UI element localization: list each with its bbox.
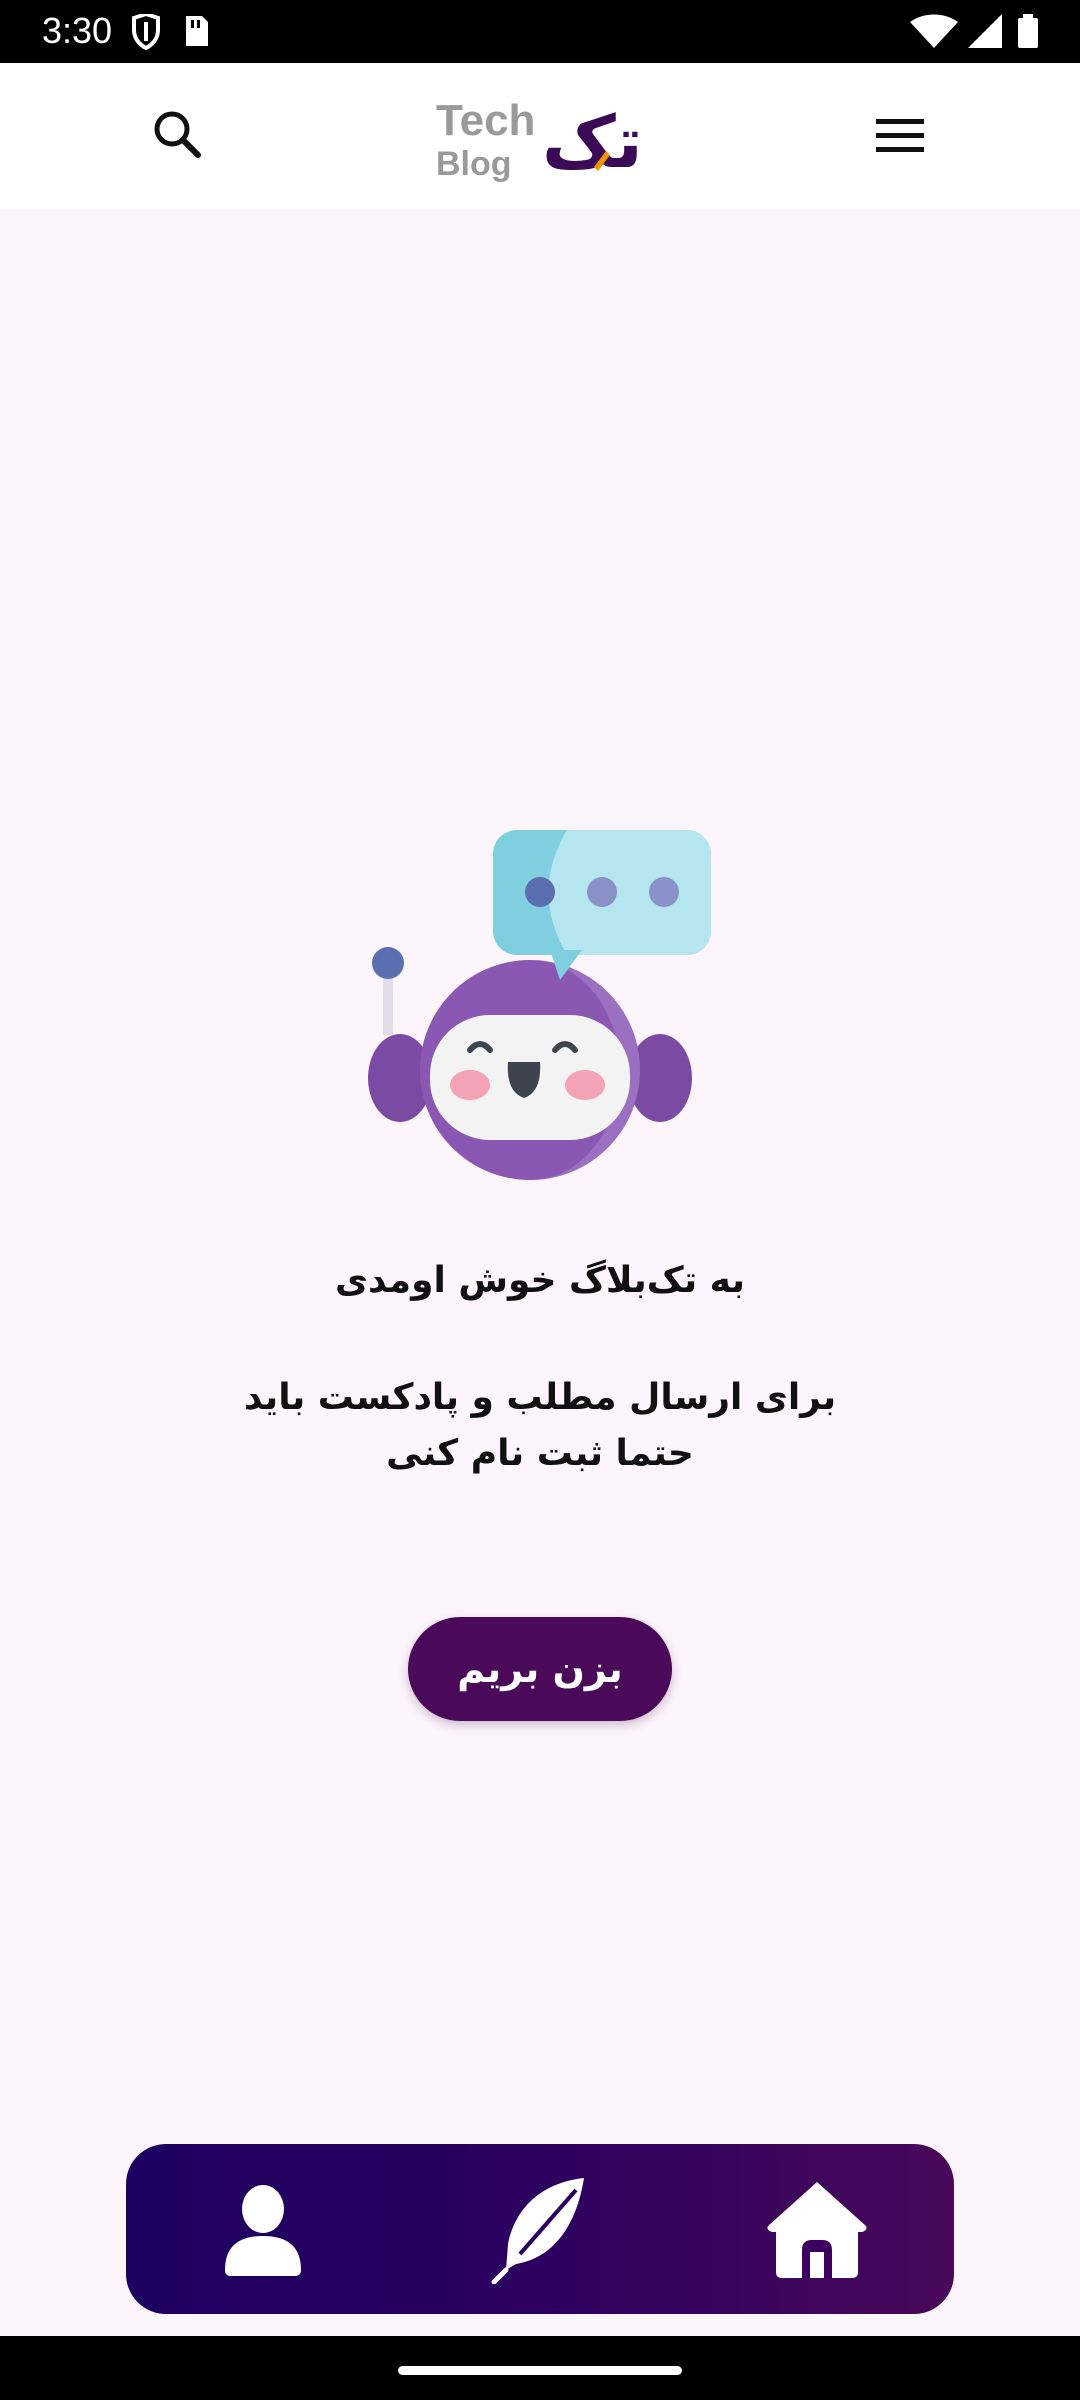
home-gesture-indicator[interactable]: [398, 2366, 682, 2375]
nav-profile-button[interactable]: [208, 2174, 318, 2284]
robot-illustration: [360, 830, 720, 1180]
home-icon: [767, 2182, 867, 2278]
svg-text:Tech: Tech: [436, 96, 535, 145]
battery-icon: [1018, 18, 1038, 48]
profile-icon: [225, 2185, 301, 2276]
feather-write-icon: [491, 2178, 584, 2285]
welcome-description: برای ارسال مطلب و پادکست باید حتما ثبت ن…: [243, 1377, 837, 1474]
wifi-icon: [910, 14, 958, 48]
techblog-logo: Tech Blog تک: [436, 96, 643, 184]
status-bar: 3:30: [0, 0, 1080, 63]
nav-write-button[interactable]: [486, 2174, 596, 2285]
welcome-title: به تک‌بلاگ خوش اومدی: [334, 1260, 746, 1301]
cellular-signal-icon: [968, 14, 1002, 48]
shield-icon: [132, 11, 208, 51]
status-time: 3:30: [42, 10, 113, 51]
app-logo: Tech Blog تک: [430, 87, 650, 187]
search-icon: [154, 111, 201, 158]
status-right-icons: [910, 14, 1050, 54]
search-button[interactable]: [148, 105, 208, 165]
robot-chat-icon: [368, 830, 711, 1180]
nav-home-button[interactable]: [762, 2174, 872, 2284]
system-status-icons: [910, 14, 1038, 48]
menu-button[interactable]: [870, 105, 932, 167]
svg-text:تک: تک: [542, 100, 643, 184]
hamburger-menu-icon: [876, 119, 924, 152]
lets-go-button[interactable]: بزن بریم: [408, 1617, 672, 1721]
app-bar: Tech Blog تک: [0, 63, 1080, 209]
svg-text:Blog: Blog: [436, 145, 512, 183]
status-left-icons: [128, 11, 218, 54]
bottom-navigation: [126, 2144, 954, 2314]
